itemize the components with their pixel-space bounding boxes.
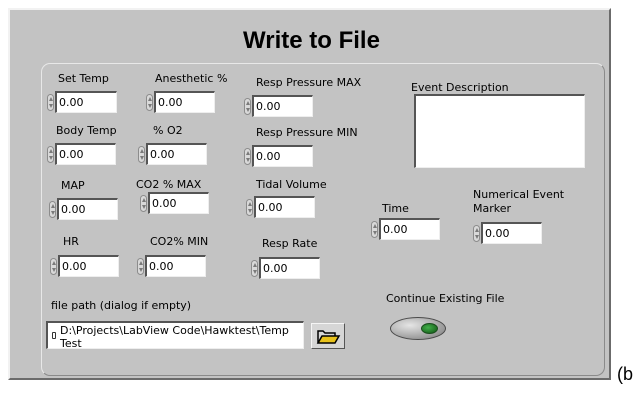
body-temp-label: Body Temp [56,124,117,137]
event-marker-label-line1: Numerical Event [473,188,565,201]
file-path-line1: D:\Projects\LabView Code\Hawktest\Temp [60,324,289,337]
resp-rate-label: Resp Rate [262,237,318,250]
anesthetic-input[interactable]: 0.00 [154,91,215,113]
event-marker-label-line2: Marker [473,202,512,215]
tidal-volume-input[interactable]: 0.00 [254,196,315,218]
file-path-label: file path (dialog if empty) [51,299,192,312]
open-folder-icon [316,330,341,344]
resp-pressure-max-spinner[interactable] [244,98,251,115]
tidal-volume-label: Tidal Volume [256,178,327,191]
browse-button[interactable] [311,323,345,349]
co2-max-label: CO2 % MAX [136,178,202,191]
tidal-volume-spinner[interactable] [246,199,253,216]
map-spinner[interactable] [49,201,56,218]
event-description-label: Event Description [411,81,509,94]
continue-existing-file-toggle[interactable] [390,317,446,340]
co2-min-input[interactable]: 0.00 [145,255,206,277]
map-label: MAP [61,179,85,192]
hr-spinner[interactable] [50,258,57,275]
map-input[interactable]: 0.00 [57,198,118,220]
resp-pressure-max-input[interactable]: 0.00 [252,95,313,117]
time-spinner[interactable] [371,221,378,238]
anesthetic-label: Anesthetic % [155,72,228,85]
body-temp-spinner[interactable] [47,146,54,163]
continue-existing-file-label: Continue Existing File [386,292,505,305]
path-browse-mark-icon [52,332,56,339]
caption-fragment: (b [617,364,634,384]
set-temp-spinner[interactable] [47,94,54,111]
anesthetic-spinner[interactable] [146,94,153,111]
co2-min-label: CO2% MIN [150,235,209,248]
file-path-line2: Test [60,337,82,349]
co2-max-spinner[interactable] [140,195,147,212]
resp-pressure-max-label: Resp Pressure MAX [256,76,362,89]
set-temp-label: Set Temp [58,72,109,85]
time-label: Time [382,202,409,215]
resp-pressure-min-label: Resp Pressure MIN [256,126,358,139]
resp-pressure-min-spinner[interactable] [244,148,251,165]
resp-rate-input[interactable]: 0.00 [259,257,320,279]
event-marker-input[interactable]: 0.00 [481,222,542,244]
resp-rate-spinner[interactable] [251,260,258,277]
set-temp-input[interactable]: 0.00 [55,91,117,113]
event-description-input[interactable] [414,94,585,168]
time-input[interactable]: 0.00 [379,218,440,240]
o2-label: % O2 [153,124,183,137]
toggle-lamp-indicator [421,323,438,334]
resp-pressure-min-input[interactable]: 0.00 [252,145,313,167]
hr-label: HR [63,235,79,248]
hr-input[interactable]: 0.00 [58,255,119,277]
body-temp-input[interactable]: 0.00 [55,143,116,165]
o2-input[interactable]: 0.00 [146,143,207,165]
o2-spinner[interactable] [138,146,145,163]
write-to-file-panel: Write to File Set Temp 0.00 Anesthetic %… [8,8,611,380]
event-marker-spinner[interactable] [473,225,480,242]
panel-title: Write to File [243,27,380,54]
co2-min-spinner[interactable] [137,258,144,275]
file-path-input[interactable]: D:\Projects\LabView Code\Hawktest\Temp T… [46,321,304,349]
co2-max-input[interactable]: 0.00 [148,192,209,214]
